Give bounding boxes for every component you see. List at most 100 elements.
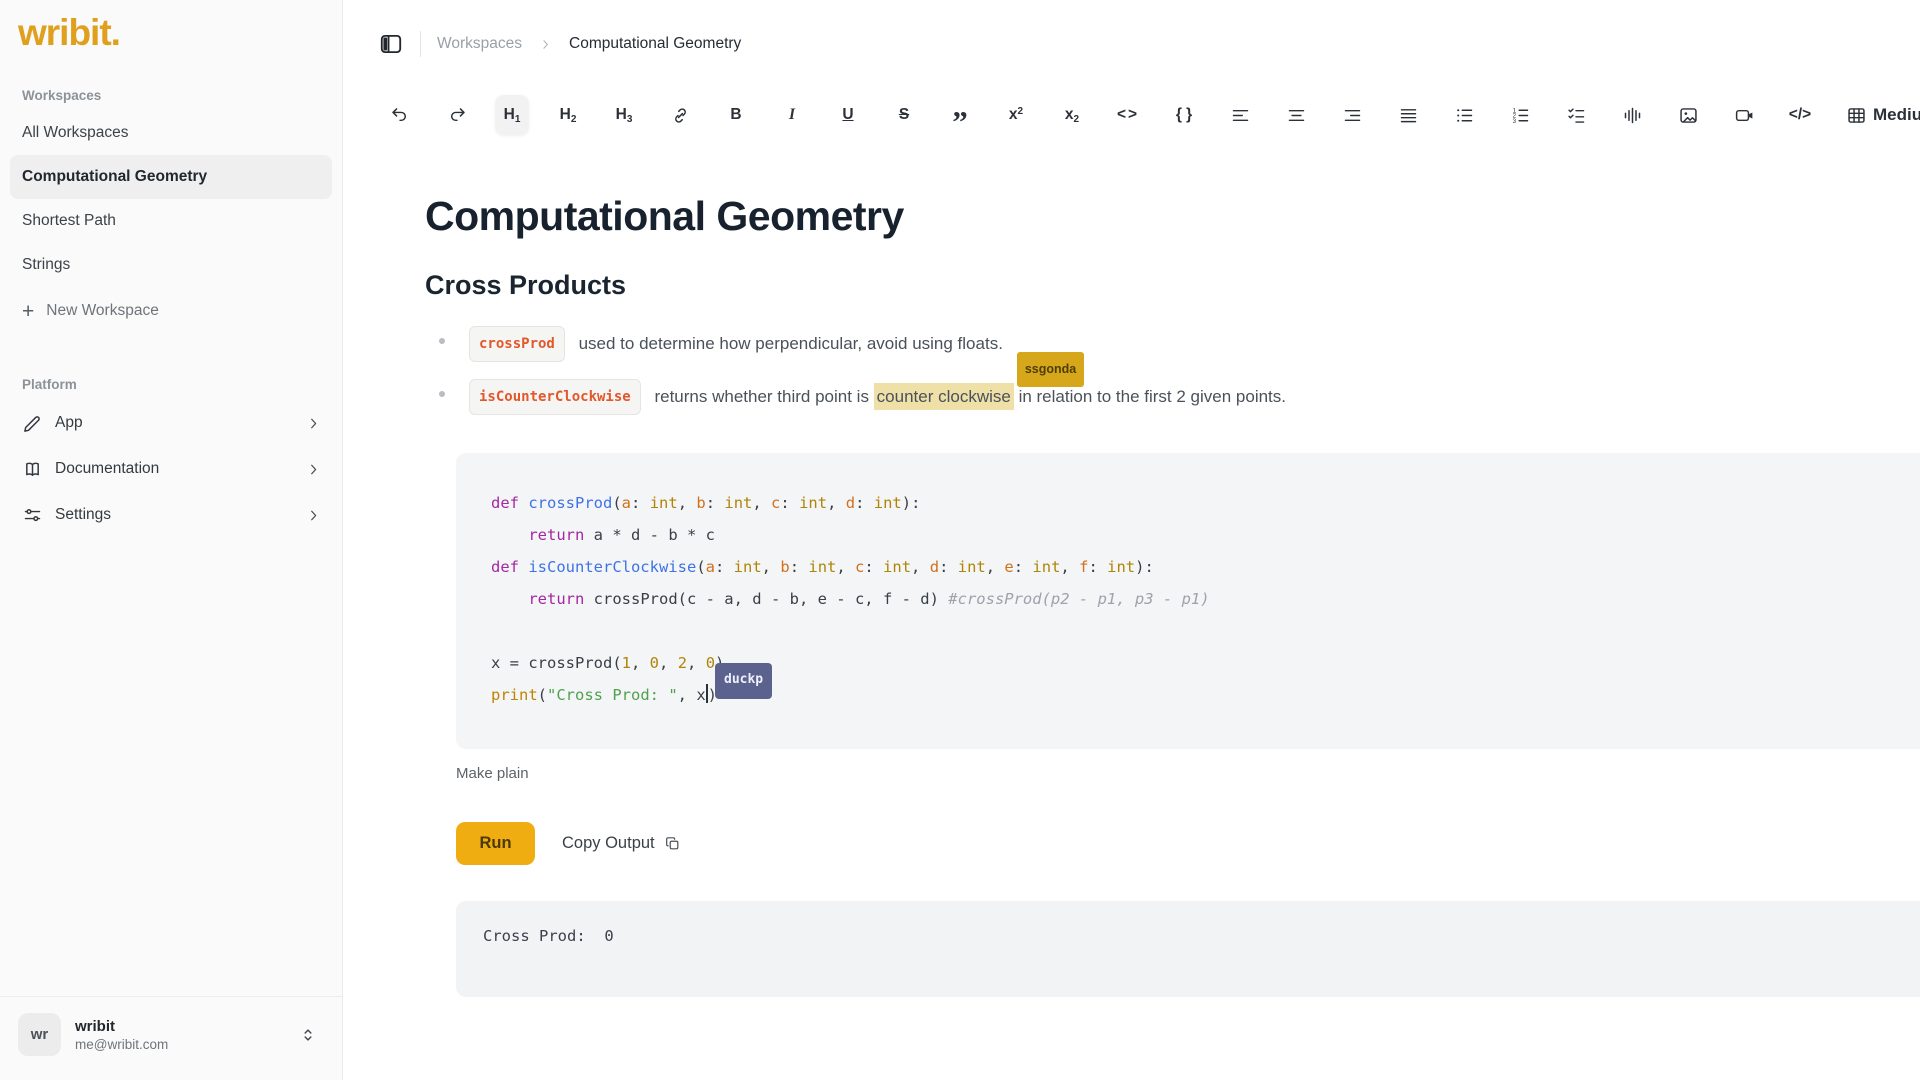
code-line: def isCounterClockwise(a: int, b: int, c… [491, 551, 1912, 583]
video-icon [1734, 105, 1755, 126]
bullet-dot [439, 391, 445, 397]
new-workspace-button[interactable]: + New Workspace [10, 289, 332, 333]
workspaces-section-label: Workspaces [22, 88, 342, 103]
new-workspace-label: New Workspace [46, 302, 159, 320]
sidebar-toggle-button[interactable] [378, 31, 404, 57]
checklist-icon [1566, 105, 1587, 126]
toolbar-subscript-button[interactable]: x2 [1055, 95, 1089, 135]
align-center-icon [1286, 105, 1307, 126]
toolbar-checklist-button[interactable] [1559, 95, 1593, 135]
bold-icon: B [730, 106, 741, 124]
workspace-list: All WorkspacesComputational GeometryShor… [0, 111, 342, 287]
section-heading[interactable]: Cross Products [425, 268, 1920, 302]
toolbar-table-button[interactable] [1839, 95, 1873, 135]
inline-code-chip: crossProd [469, 326, 565, 362]
copy-icon [664, 835, 681, 852]
toolbar-heading-2-button[interactable]: H2 [551, 95, 585, 135]
code-line: def crossProd(a: int, b: int, c: int, d:… [491, 487, 1912, 519]
run-output: Cross Prod: 0 [456, 901, 1920, 997]
toolbar-redo-button[interactable] [439, 95, 473, 135]
sidebar-item-computational-geometry[interactable]: Computational Geometry [10, 155, 332, 199]
sidebar-item-label: Documentation [55, 460, 159, 478]
copy-output-button[interactable]: Copy Output [562, 834, 681, 853]
chevron-right-icon [305, 461, 322, 478]
link-icon [670, 105, 691, 126]
code-editor[interactable]: def crossProd(a: int, b: int, c: int, d:… [456, 453, 1920, 749]
waveform-icon [1622, 105, 1643, 126]
subscript-icon: x2 [1065, 106, 1079, 125]
chevron-right-icon [305, 507, 322, 524]
list-item[interactable]: crossProd used to determine how perpendi… [439, 326, 1920, 362]
user-email: me@wribit.com [75, 1037, 168, 1052]
toolbar-waveform-button[interactable] [1615, 95, 1649, 135]
table-icon [1846, 105, 1867, 126]
collab-user-badge: ssgonda [1017, 352, 1084, 387]
platform-list: App Documentation Settings [0, 400, 342, 538]
platform-section-label: Platform [22, 377, 342, 392]
code-line [491, 615, 1912, 647]
font-size-selector[interactable]: Medium [1873, 105, 1920, 125]
user-name: wribit [75, 1018, 168, 1035]
toolbar-heading-3-button[interactable]: H3 [607, 95, 641, 135]
sidebar-item-strings[interactable]: Strings [10, 243, 332, 287]
undo-icon [390, 105, 411, 126]
breadcrumb-parent[interactable]: Workspaces [437, 35, 522, 53]
image-icon [1678, 105, 1699, 126]
strikethrough-icon: S [899, 106, 909, 124]
formatting-toolbar: H1 H2 H3 B I U S ” x2 x2 <> { } 123 </> Medium [343, 88, 1920, 142]
sidebar-item-all-workspaces[interactable]: All Workspaces [10, 111, 332, 155]
pencil-icon [22, 413, 43, 434]
run-button[interactable]: Run [456, 822, 535, 865]
toolbar-undo-button[interactable] [383, 95, 417, 135]
toolbar-italic-button[interactable]: I [775, 95, 809, 135]
bullet-list-icon [1454, 105, 1475, 126]
make-plain-button[interactable]: Make plain [456, 765, 529, 782]
blockquote-icon: ” [952, 110, 968, 120]
main-panel: Workspaces Computational Geometry H1 H2 H3… [343, 0, 1920, 1080]
toolbar-code-block-button[interactable]: </> [1783, 95, 1817, 135]
toolbar-braces-button[interactable]: { } [1167, 95, 1201, 135]
toolbar-superscript-button[interactable]: x2 [999, 95, 1033, 135]
list-item[interactable]: isCounterClockwise returns whether third… [439, 379, 1920, 415]
toolbar-underline-button[interactable]: U [831, 95, 865, 135]
toolbar-image-button[interactable] [1671, 95, 1705, 135]
heading-3-icon: H3 [616, 106, 633, 125]
toolbar-align-center-button[interactable] [1279, 95, 1313, 135]
toolbar-heading-1-button[interactable]: H1 [495, 95, 529, 135]
run-controls: Run Copy Output [456, 822, 1920, 865]
toolbar-ordered-list-button[interactable]: 123 [1503, 95, 1537, 135]
breadcrumb-current: Computational Geometry [569, 35, 741, 53]
toolbar-inline-code-button[interactable]: <> [1111, 95, 1145, 135]
code-line: print("Cross Prod: ", x) [491, 679, 1912, 711]
toolbar-strikethrough-button[interactable]: S [887, 95, 921, 135]
bullet-dot [439, 338, 445, 344]
page-title[interactable]: Computational Geometry [425, 190, 1920, 242]
app-logo: wribit. [0, 0, 342, 54]
toolbar-bold-button[interactable]: B [719, 95, 753, 135]
user-menu[interactable]: wr wribit me@wribit.com [0, 996, 342, 1080]
code-line: return crossProd(c - a, d - b, e - c, f … [491, 583, 1912, 615]
toolbar-items: H1 H2 H3 B I U S ” x2 x2 <> { } 123 </> [383, 95, 1873, 135]
bullet-list: crossProd used to determine how perpendi… [439, 326, 1920, 415]
sidebar-item-settings[interactable]: Settings [10, 492, 332, 538]
sidebar-item-shortest-path[interactable]: Shortest Path [10, 199, 332, 243]
sidebar-item-app[interactable]: App [10, 400, 332, 446]
toolbar-link-button[interactable] [663, 95, 697, 135]
toolbar-align-left-button[interactable] [1223, 95, 1257, 135]
toolbar-bullet-list-button[interactable] [1447, 95, 1481, 135]
sidebar-item-documentation[interactable]: Documentation [10, 446, 332, 492]
italic-icon: I [789, 106, 795, 124]
toolbar-video-button[interactable] [1727, 95, 1761, 135]
code-block-icon: </> [1789, 106, 1811, 124]
chevron-up-down-icon [298, 1025, 318, 1045]
toolbar-align-right-button[interactable] [1335, 95, 1369, 135]
svg-text:3: 3 [1512, 117, 1516, 124]
copy-output-label: Copy Output [562, 834, 655, 853]
underline-icon: U [842, 106, 853, 124]
toolbar-blockquote-button[interactable]: ” [943, 95, 977, 135]
braces-icon: { } [1176, 106, 1192, 124]
toolbar-align-justify-button[interactable] [1391, 95, 1425, 135]
code-line: return a * d - b * c [491, 519, 1912, 551]
sidebar-item-label: App [55, 414, 83, 432]
bullet-text: in relation to the first 2 given points. [1014, 387, 1286, 406]
